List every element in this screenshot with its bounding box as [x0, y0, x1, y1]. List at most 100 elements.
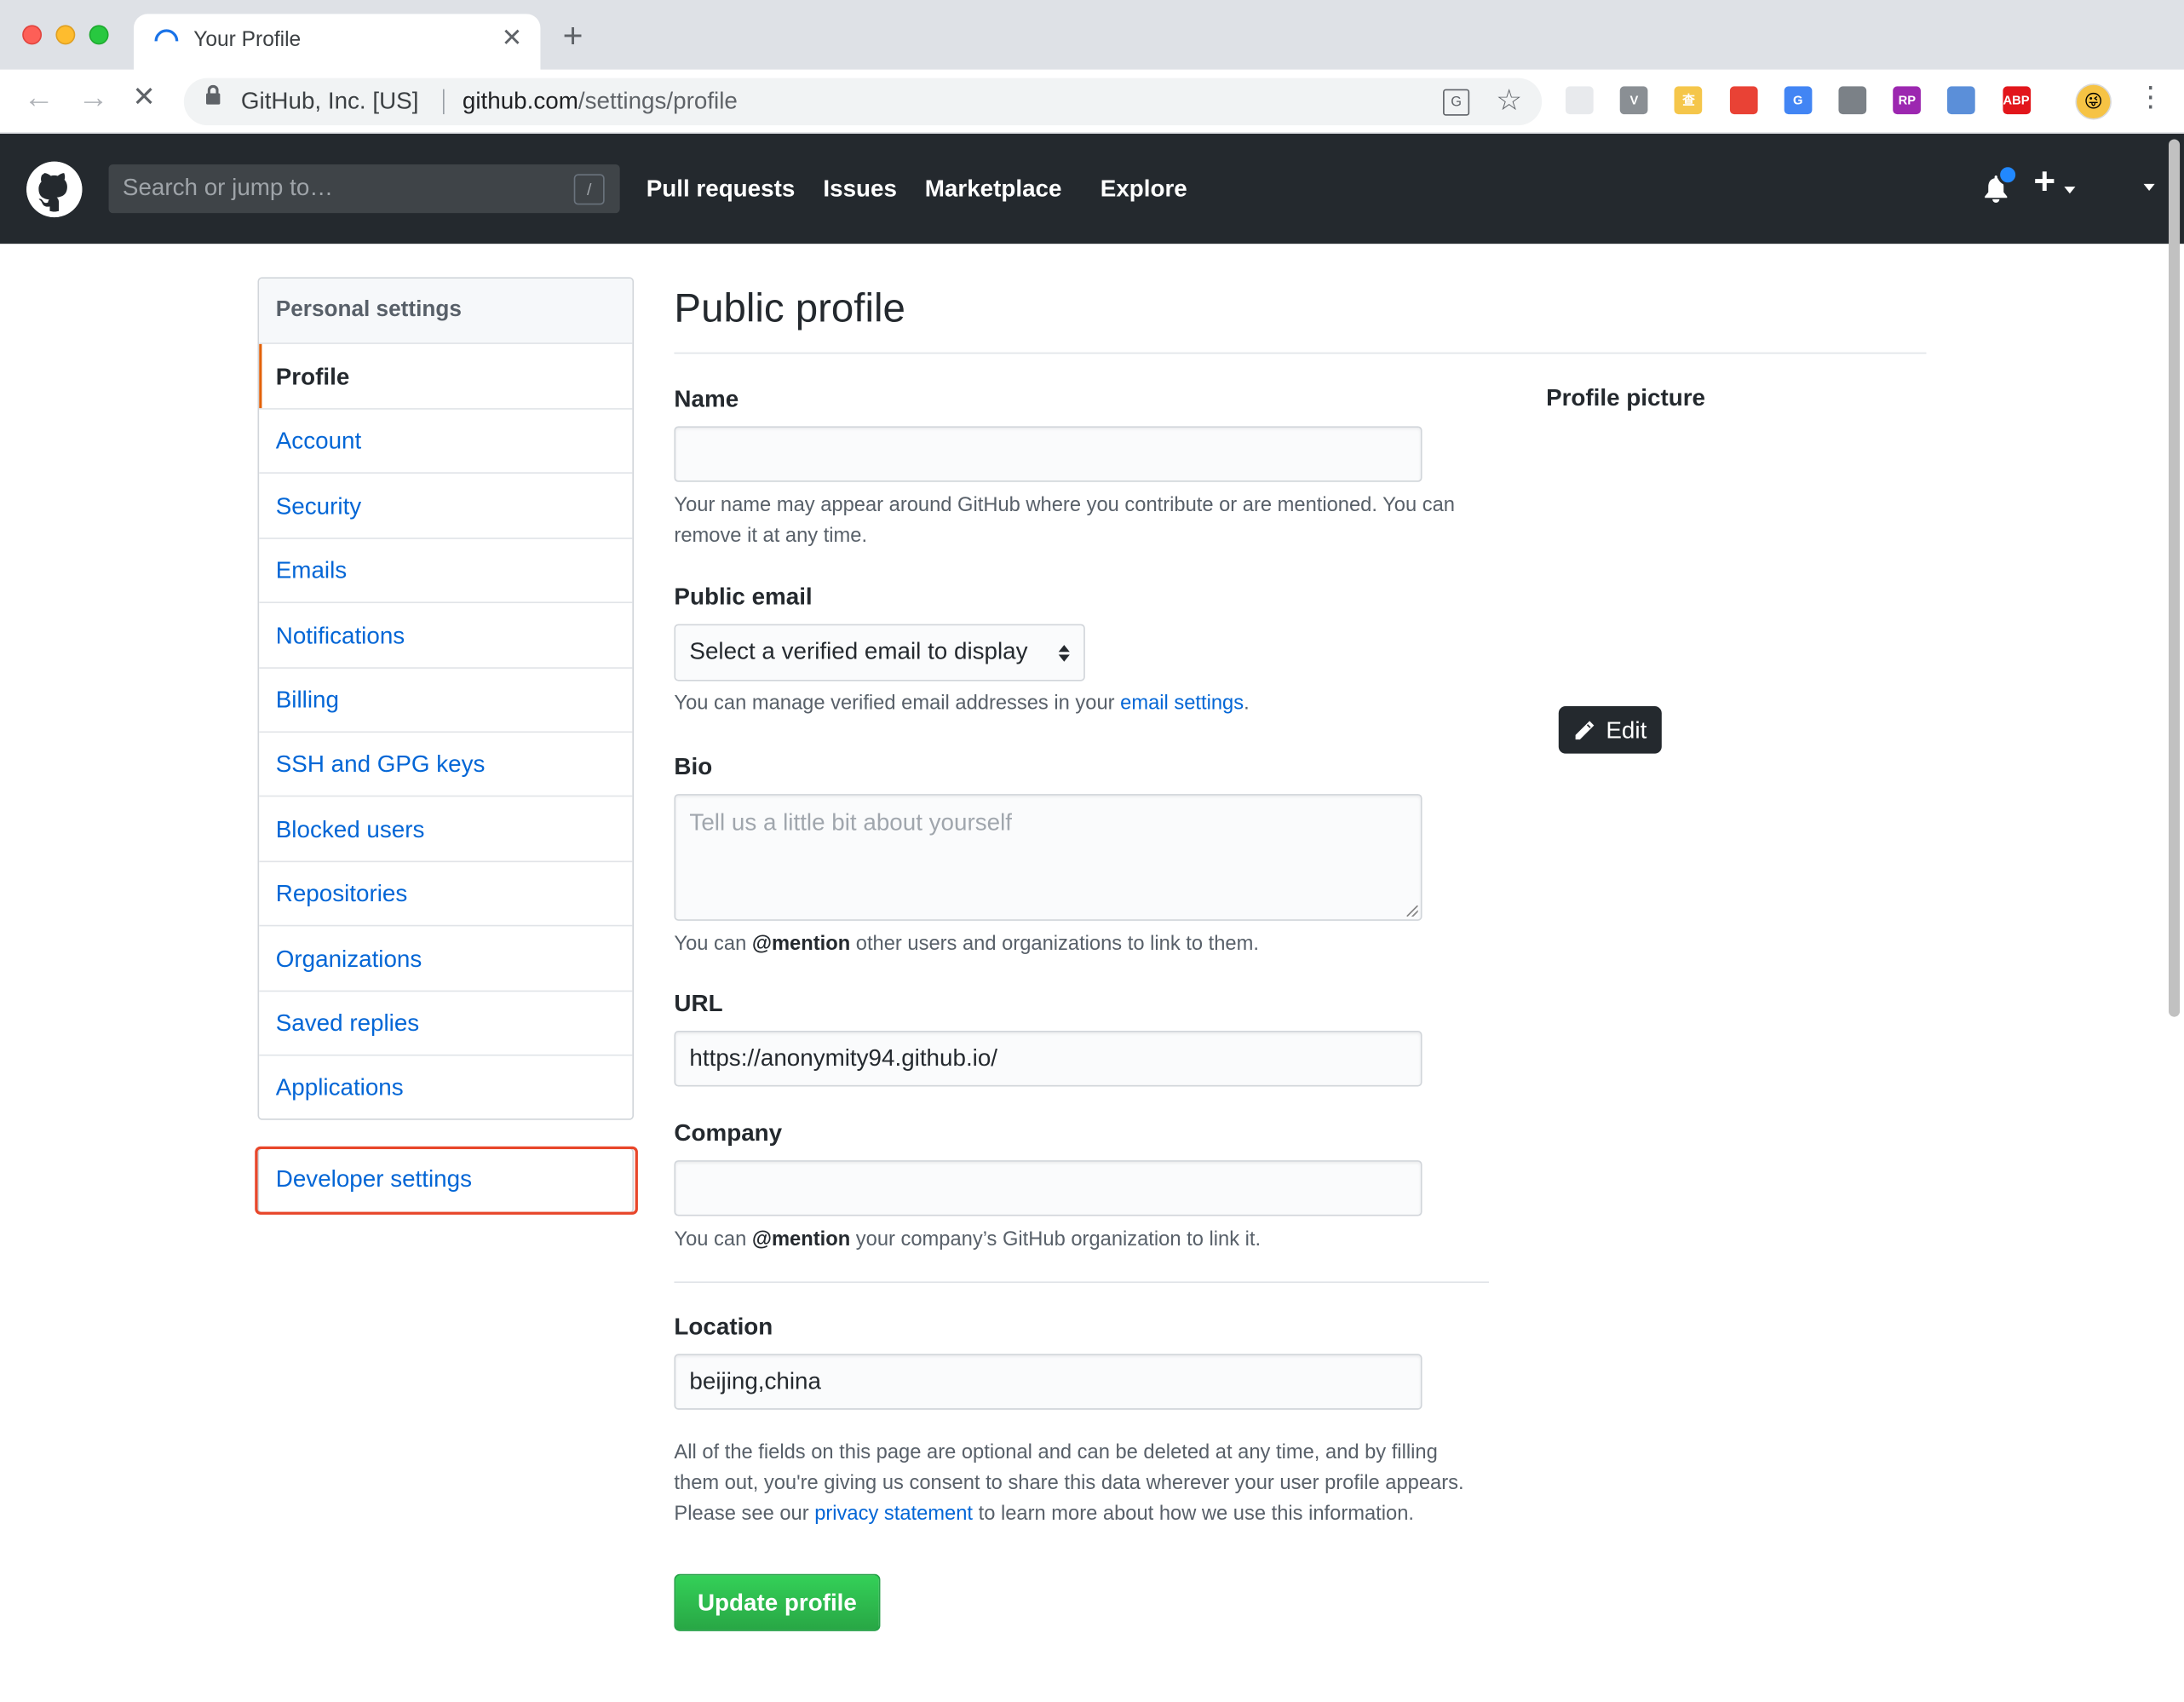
company-note-mention: @mention: [751, 1228, 851, 1251]
window-close-button[interactable]: [22, 25, 43, 45]
bio-note-end: other users and organizations to link to…: [850, 933, 1259, 956]
sidebar-item-emails[interactable]: Emails: [259, 538, 633, 604]
sidebar-item-label: Account: [275, 428, 362, 455]
company-field[interactable]: [674, 1160, 1422, 1216]
email-settings-link[interactable]: email settings: [1120, 693, 1244, 715]
site-identity: GitHub, Inc. [US]: [240, 88, 419, 115]
sidebar-item-label: Emails: [275, 557, 348, 584]
sidebar-item-notifications[interactable]: Notifications: [259, 602, 633, 669]
new-tab-icon[interactable]: +: [563, 19, 583, 55]
public-email-select[interactable]: Select a verified email to display: [674, 624, 1085, 681]
bio-textarea[interactable]: Tell us a little bit about yourself: [674, 794, 1422, 921]
bio-note: You can @mention other users and organiz…: [674, 929, 1496, 960]
forward-arrow-icon[interactable]: →: [78, 82, 109, 112]
bio-note-text: You can: [674, 933, 752, 956]
create-new-plus-icon[interactable]: +: [2033, 163, 2055, 200]
browser-toolbar: ← → ✕ GitHub, Inc. [US] github.com/setti…: [0, 69, 2184, 134]
edit-profile-picture-button[interactable]: Edit: [1558, 706, 1662, 754]
bio-label: Bio: [674, 753, 713, 780]
browser-tab[interactable]: Your Profile ✕: [133, 14, 541, 72]
sidebar-item-saved-replies[interactable]: Saved replies: [259, 991, 633, 1056]
sidebar-item-ssh-and-gpg-keys[interactable]: SSH and GPG keys: [259, 732, 633, 797]
nav-pull-requests[interactable]: Pull requests: [647, 175, 796, 204]
ext-dictionary-icon[interactable]: 查: [1675, 86, 1703, 115]
public-email-note: You can manage verified email addresses …: [674, 688, 1496, 719]
sidebar-item-label: Applications: [275, 1074, 404, 1101]
url-field[interactable]: https://anonymity94.github.io/: [674, 1031, 1422, 1087]
select-arrows-icon: [1058, 645, 1070, 653]
window-zoom-button[interactable]: [89, 25, 109, 45]
privacy-statement-link[interactable]: privacy statement: [814, 1503, 973, 1525]
ext-vue-icon[interactable]: V: [1620, 86, 1648, 115]
ext-rp-icon[interactable]: RP: [1893, 86, 1922, 115]
github-logo-icon[interactable]: [26, 161, 83, 218]
back-arrow-icon[interactable]: ←: [24, 82, 55, 112]
create-new-caret-icon[interactable]: [2064, 187, 2076, 194]
sidebar-item-label: Notifications: [275, 622, 405, 649]
update-profile-button[interactable]: Update profile: [674, 1573, 881, 1631]
bio-placeholder: Tell us a little bit about yourself: [689, 809, 1012, 837]
browser-tab-strip: Your Profile ✕ +: [0, 0, 2184, 72]
loading-spinner-icon: [149, 24, 184, 58]
search-input[interactable]: Search or jump to… /: [108, 164, 620, 214]
url-label: URL: [674, 990, 723, 1017]
profile-avatar-icon[interactable]: 😜: [2075, 83, 2112, 120]
location-label: Location: [674, 1313, 773, 1341]
ext-adblock-plus-icon[interactable]: ABP: [2002, 86, 2031, 115]
user-menu-caret-icon[interactable]: [2143, 183, 2155, 192]
nav-explore[interactable]: Explore: [1101, 175, 1187, 204]
sidebar-item-label: Billing: [275, 687, 339, 714]
page-scrollbar[interactable]: [2169, 139, 2181, 1017]
sidebar-heading: Personal settings: [259, 279, 633, 344]
public-email-selected: Select a verified email to display: [689, 637, 1028, 664]
ext-circle-icon[interactable]: [1947, 86, 1976, 115]
ext-colorful-icon[interactable]: [1729, 86, 1757, 115]
name-field[interactable]: [674, 426, 1422, 482]
sidebar-item-organizations[interactable]: Organizations: [259, 926, 633, 992]
window-minimize-button[interactable]: [55, 25, 76, 45]
location-field[interactable]: beijing,china: [674, 1354, 1422, 1410]
stop-loading-icon[interactable]: ✕: [132, 83, 155, 112]
public-email-label: Public email: [674, 584, 813, 611]
github-header: Search or jump to… / Pull requests Issue…: [0, 133, 2184, 244]
sidebar-item-label: Blocked users: [275, 815, 425, 842]
public-email-note-end: .: [1244, 692, 1250, 715]
ext-parachute-icon[interactable]: [1838, 86, 1867, 115]
public-email-note-text: You can manage verified email addresses …: [674, 692, 1121, 715]
company-note-text: You can: [674, 1228, 752, 1251]
sidebar-item-account[interactable]: Account: [259, 409, 633, 474]
company-note: You can @mention your company’s GitHub o…: [674, 1224, 1496, 1255]
sidebar-item-billing[interactable]: Billing: [259, 667, 633, 733]
url-host: github.com: [462, 88, 578, 115]
search-shortcut-key: /: [573, 174, 605, 205]
ext-google-translate-icon[interactable]: G: [1784, 86, 1813, 115]
section-divider: [674, 1281, 1490, 1284]
privacy-disclaimer: All of the fields on this page are optio…: [674, 1438, 1474, 1530]
bookmark-star-icon[interactable]: ☆: [1496, 83, 1522, 118]
sidebar-item-repositories[interactable]: Repositories: [259, 861, 633, 927]
browser-menu-icon[interactable]: ⋮: [2136, 83, 2164, 112]
sidebar-heading-text: Personal settings: [275, 297, 462, 322]
translate-icon[interactable]: G: [1443, 89, 1470, 116]
close-tab-icon[interactable]: ✕: [502, 24, 523, 53]
profile-picture-label: Profile picture: [1546, 384, 1705, 411]
highlight-annotation-box: [255, 1146, 638, 1215]
nav-issues[interactable]: Issues: [823, 175, 897, 204]
address-bar[interactable]: GitHub, Inc. [US] github.com/settings/pr…: [183, 78, 1543, 126]
sidebar-item-profile[interactable]: Profile: [259, 343, 633, 410]
settings-sidebar: Personal settings Profile Account Security…: [257, 277, 635, 1120]
sidebar-item-applications[interactable]: Applications: [259, 1055, 632, 1118]
title-divider: [674, 352, 1927, 354]
sidebar-item-label: Security: [275, 492, 362, 520]
pencil-icon: [1575, 721, 1595, 740]
company-label: Company: [674, 1119, 783, 1147]
location-value: beijing,china: [689, 1367, 821, 1394]
ext-grid-icon[interactable]: [1565, 86, 1594, 115]
resize-grip-icon[interactable]: [1406, 905, 1418, 917]
address-separator: [442, 89, 445, 115]
nav-marketplace[interactable]: Marketplace: [925, 175, 1062, 204]
bio-note-mention: @mention: [751, 933, 851, 956]
unread-indicator-dot: [1997, 164, 2019, 186]
sidebar-item-blocked-users[interactable]: Blocked users: [259, 796, 633, 862]
sidebar-item-security[interactable]: Security: [259, 474, 633, 539]
